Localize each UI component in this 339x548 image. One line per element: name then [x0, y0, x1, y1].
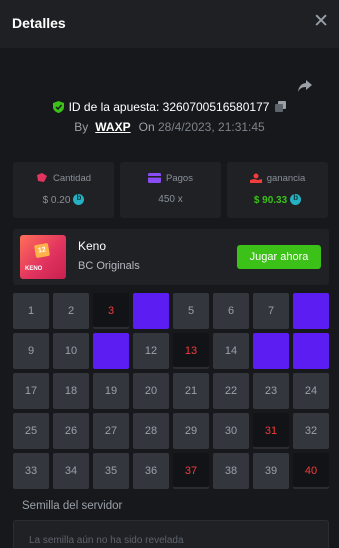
keno-cell: 24 — [293, 373, 329, 409]
keno-cell: 33 — [13, 453, 49, 489]
keno-cell: 25 — [13, 413, 49, 449]
keno-cell: 38 — [213, 453, 249, 489]
bet-id-value: 3260700516580177 — [162, 100, 270, 114]
keno-cell: 19 — [93, 373, 129, 409]
keno-cell: 40 — [293, 453, 329, 489]
keno-thumbnail[interactable]: 12 KENO — [20, 235, 66, 279]
stat-amount-label: Cantidad — [52, 173, 92, 184]
game-provider: BC Originals — [78, 260, 140, 272]
keno-cell: 15 — [253, 333, 289, 369]
keno-cell: 2 — [53, 293, 89, 329]
keno-cell: 5 — [173, 293, 209, 329]
stat-payout-value: 450 x — [158, 194, 183, 205]
copy-icon[interactable] — [275, 101, 287, 112]
money-bag-icon — [36, 173, 47, 182]
stat-amount: Cantidad $ 0.20 — [13, 162, 114, 218]
keno-cell: 17 — [13, 373, 49, 409]
stat-amount-value: $ 0.20 — [42, 195, 71, 206]
keno-cell: 3 — [93, 293, 129, 329]
keno-cell: 13 — [173, 333, 209, 369]
keno-cell: 23 — [253, 373, 289, 409]
keno-cell: 34 — [53, 453, 89, 489]
keno-cell: 12 — [133, 333, 169, 369]
keno-cell: 7 — [253, 293, 289, 329]
by-label: By — [74, 120, 89, 134]
keno-cell: 11 — [93, 333, 129, 369]
keno-cell: 39 — [253, 453, 289, 489]
game-card: 12 KENO Keno BC Originals Jugar ahora — [13, 229, 329, 285]
keno-cell: 14 — [213, 333, 249, 369]
stat-profit: ganancia $ 90.33 — [227, 162, 328, 218]
currency-coin-icon — [290, 193, 302, 205]
keno-cell: 20 — [133, 373, 169, 409]
keno-cell: 37 — [173, 453, 209, 489]
stat-payout-label: Pagos — [166, 173, 193, 184]
keno-cell: 8 — [293, 293, 329, 329]
keno-board: 1 2 3 4 5 6 7 8 9 10 11 12 13 14 15 16 17 18 19 20 21 22 23 24 2… — [13, 293, 329, 491]
keno-cell: 18 — [53, 373, 89, 409]
keno-cell: 4 — [133, 293, 169, 329]
server-seed-field[interactable]: La semilla aún no ha sido revelada — [13, 520, 329, 548]
keno-cell: 21 — [173, 373, 209, 409]
keno-cell: 29 — [173, 413, 209, 449]
profit-hand-icon — [249, 173, 262, 183]
keno-thumb-number: 12 — [33, 242, 51, 259]
keno-thumb-word: KENO — [25, 266, 43, 272]
server-seed-placeholder: La semilla aún no ha sido revelada — [29, 535, 184, 546]
currency-coin-icon — [73, 193, 85, 205]
keno-cell: 30 — [213, 413, 249, 449]
share-icon[interactable] — [297, 79, 313, 93]
close-icon[interactable]: ✕ — [313, 12, 329, 31]
bet-id-line: ID de la apuesta: 3260700516580177 — [0, 100, 339, 114]
shield-check-icon — [52, 101, 64, 113]
stats-row: Cantidad $ 0.20 Pagos 450 x ganancia $ 9… — [13, 162, 329, 218]
game-name: Keno — [78, 239, 107, 253]
keno-cell: 22 — [213, 373, 249, 409]
keno-cell: 16 — [293, 333, 329, 369]
bet-datetime: 28/4/2023, 21:31:45 — [157, 120, 265, 134]
keno-cell: 10 — [53, 333, 89, 369]
keno-cell: 32 — [293, 413, 329, 449]
keno-cell: 36 — [133, 453, 169, 489]
stat-profit-value: $ 90.33 — [253, 195, 288, 206]
keno-cell: 6 — [213, 293, 249, 329]
keno-cell: 26 — [53, 413, 89, 449]
keno-cell: 9 — [13, 333, 49, 369]
username-link[interactable]: WAXP — [95, 120, 130, 134]
dialog-title: Detalles — [12, 15, 66, 31]
keno-cell: 28 — [133, 413, 169, 449]
server-seed-label: Semilla del servidor — [22, 500, 123, 512]
keno-cell: 1 — [13, 293, 49, 329]
stat-payout: Pagos 450 x — [120, 162, 221, 218]
keno-cell: 35 — [93, 453, 129, 489]
on-label: On — [138, 120, 155, 134]
bet-byline: By WAXP On 28/4/2023, 21:31:45 — [0, 120, 339, 134]
bet-id-label: ID de la apuesta: — [68, 100, 160, 114]
keno-cell: 31 — [253, 413, 289, 449]
play-now-button[interactable]: Jugar ahora — [237, 245, 321, 269]
keno-cell: 27 — [93, 413, 129, 449]
card-icon — [148, 173, 162, 183]
dialog-header: Detalles ✕ — [0, 0, 339, 48]
stat-profit-label: ganancia — [266, 173, 306, 184]
